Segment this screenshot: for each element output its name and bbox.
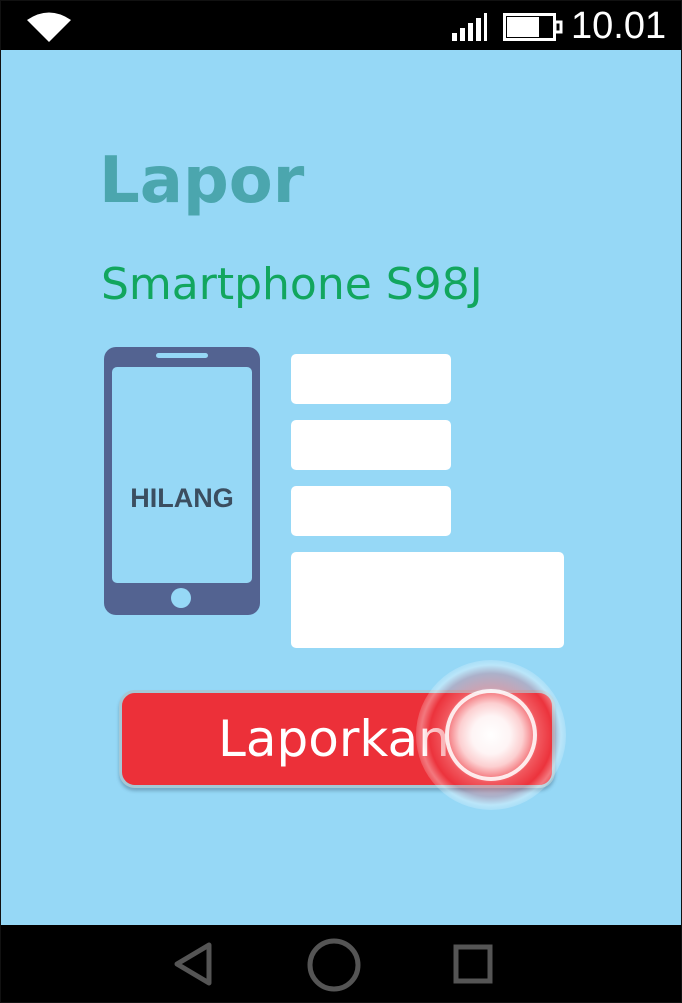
phone-screen: HILANG <box>112 367 252 583</box>
report-field-2[interactable] <box>291 420 451 470</box>
lost-status-label: HILANG <box>130 483 234 513</box>
phone-speaker <box>156 353 208 358</box>
back-icon[interactable] <box>171 941 215 987</box>
report-description-field[interactable] <box>291 552 564 648</box>
report-field-1[interactable] <box>291 354 451 404</box>
phone-screen-frame: 10.01 Lapor Smartphone S98J HILANG Lapor… <box>0 0 682 1003</box>
page-title: Lapor <box>99 144 305 218</box>
navigation-bar <box>1 925 681 1002</box>
device-name: Smartphone S98J <box>101 259 483 310</box>
report-field-3[interactable] <box>291 486 451 536</box>
battery-icon <box>503 13 563 41</box>
status-bar: 10.01 <box>1 1 681 50</box>
recent-apps-icon[interactable] <box>452 943 494 985</box>
smartphone-icon: HILANG <box>104 347 260 615</box>
wifi-icon <box>27 12 71 42</box>
signal-icon <box>452 13 487 41</box>
home-icon[interactable] <box>306 937 362 993</box>
phone-home-button <box>171 588 191 608</box>
status-time: 10.01 <box>571 5 667 47</box>
report-button[interactable]: Laporkan <box>119 690 555 788</box>
